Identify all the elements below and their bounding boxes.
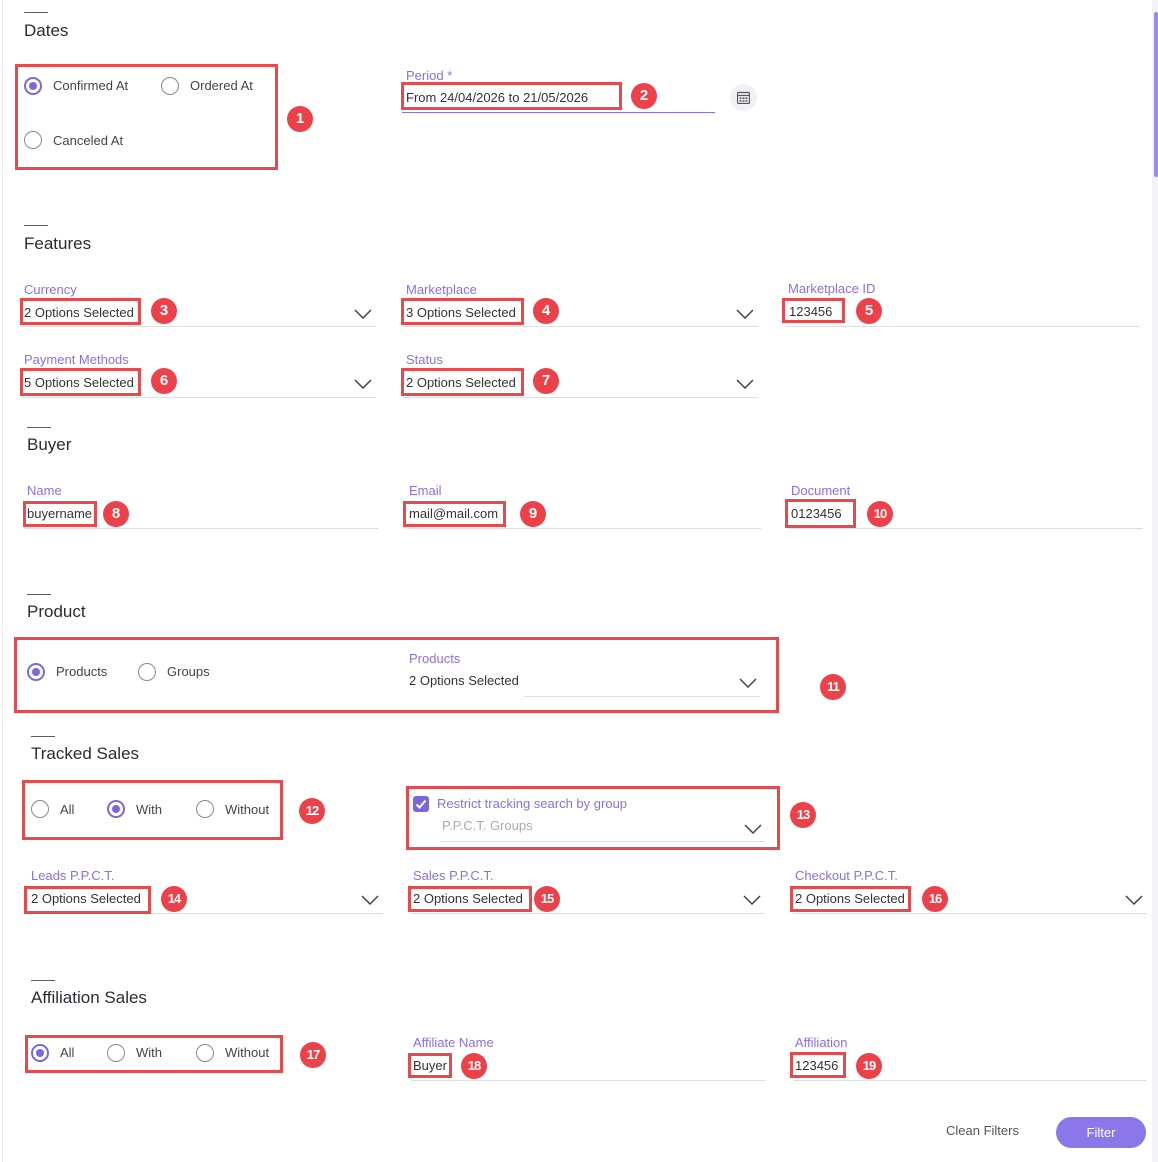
buyer-document-underline [789,528,1143,529]
currency-label: Currency [24,282,77,297]
badge-3: 3 [151,298,177,324]
marketplace-id-label: Marketplace ID [788,281,876,296]
badge-1: 1 [287,106,313,132]
section-divider [27,427,51,428]
filter-button[interactable]: Filter [1056,1117,1146,1148]
sales-ppct-underline [411,913,765,914]
leads-ppct-label: Leads P.P.C.T. [31,868,115,883]
badge-4: 4 [533,298,559,324]
buyer-email-label: Email [409,483,442,498]
badge-8: 8 [103,501,129,527]
highlight-box-16 [790,886,911,912]
affiliation-label: Affiliation [795,1035,848,1050]
affiliate-name-label: Affiliate Name [413,1035,494,1050]
highlight-box-10 [785,499,856,528]
highlight-box-4 [401,298,524,325]
highlight-box-15 [408,886,532,912]
left-border [2,0,3,1162]
checkout-ppct-underline [793,913,1147,914]
badge-19: 19 [856,1053,882,1079]
affiliate-name-underline [411,1080,765,1081]
highlight-box-2 [401,82,622,110]
badge-16: 16 [922,886,948,912]
period-label: Period * [406,68,453,83]
calendar-icon [737,91,750,104]
section-title-affiliation-sales: Affiliation Sales [31,988,147,1007]
badge-2: 2 [631,83,657,109]
section-divider [24,12,48,13]
badge-5: 5 [856,298,882,324]
buyer-name-underline [25,528,379,529]
marketplace-id-underline [786,326,1140,327]
highlight-box-1 [15,64,278,170]
currency-underline [22,326,376,327]
highlight-box-17 [25,1035,283,1073]
highlight-box-11 [14,637,779,713]
status-label: Status [406,352,443,367]
section-title-features: Features [24,234,92,253]
buyer-document-label: Document [791,483,851,498]
badge-11: 11 [820,674,846,700]
section-divider [31,980,55,981]
highlight-box-7 [401,368,524,396]
chevron-down-icon[interactable] [354,379,372,389]
period-underline [402,112,715,113]
badge-18: 18 [461,1053,487,1079]
chevron-down-icon[interactable] [743,895,761,905]
badge-12: 12 [299,798,325,824]
highlight-box-19 [790,1052,846,1078]
section-divider [27,594,51,595]
badge-15: 15 [534,886,560,912]
section-title-product: Product [27,602,86,621]
checkout-ppct-label: Checkout P.P.C.T. [795,868,898,883]
chevron-down-icon[interactable] [736,379,754,389]
badge-14: 14 [161,886,187,912]
section-divider [24,225,48,226]
marketplace-label: Marketplace [406,282,477,297]
highlight-box-12 [22,780,283,840]
highlight-box-6 [20,368,141,396]
payment-methods-underline [22,397,376,398]
badge-7: 7 [533,368,559,394]
highlight-box-18 [408,1053,452,1078]
chevron-down-icon[interactable] [1125,895,1143,905]
section-title-tracked-sales: Tracked Sales [31,744,140,763]
highlight-box-13 [406,786,780,850]
badge-6: 6 [151,368,177,394]
chevron-down-icon[interactable] [736,309,754,319]
highlight-box-8 [23,501,97,527]
badge-10: 10 [867,501,893,527]
clean-filters-button[interactable]: Clean Filters [940,1122,1025,1139]
highlight-box-3 [20,298,141,325]
section-title-buyer: Buyer [27,435,72,454]
highlight-box-9 [403,501,506,527]
chevron-down-icon[interactable] [354,309,372,319]
badge-13: 13 [790,802,816,828]
affiliation-underline [793,1080,1147,1081]
highlight-box-5 [782,298,845,323]
sales-ppct-label: Sales P.P.C.T. [413,868,494,883]
payment-methods-label: Payment Methods [24,352,129,367]
section-title-dates: Dates [24,21,69,40]
buyer-name-label: Name [27,483,62,498]
badge-17: 17 [300,1042,326,1068]
marketplace-underline [404,326,758,327]
status-underline [404,397,758,398]
calendar-button[interactable] [730,84,757,111]
buyer-email-underline [407,528,761,529]
section-divider [31,736,55,737]
chevron-down-icon[interactable] [361,895,379,905]
scrollbar-thumb[interactable] [1154,12,1158,177]
highlight-box-14 [24,886,151,914]
badge-9: 9 [520,501,546,527]
